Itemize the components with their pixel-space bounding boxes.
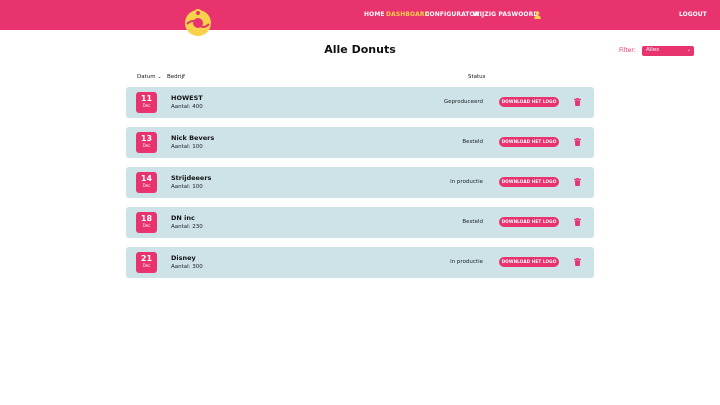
date-day: 11 [140, 94, 153, 103]
chevron-down-icon: ⌄ [157, 74, 162, 80]
date-badge: 18 Dec [136, 212, 157, 233]
sort-by-date[interactable]: Datum ⌄ [137, 74, 162, 80]
order-amount: Aantal: 400 [171, 104, 203, 110]
order-amount: Aantal: 100 [171, 184, 203, 190]
company-name: DN inc [171, 214, 195, 222]
date-day: 14 [140, 174, 153, 183]
date-day: 21 [140, 254, 153, 263]
trash-icon[interactable] [574, 98, 581, 106]
order-amount: Aantal: 230 [171, 224, 203, 230]
date-month: Dec [142, 223, 151, 228]
date-day: 18 [140, 214, 153, 223]
date-badge: 13 Dec [136, 132, 157, 153]
company-name: HOWEST [171, 94, 203, 102]
order-amount: Aantal: 300 [171, 264, 203, 270]
filter-select[interactable]: Alles ⌄ [642, 46, 694, 56]
nav-configurator[interactable]: CONFIGURATOR [425, 11, 479, 18]
order-status: in productie [450, 259, 483, 265]
nav-wijzig-paswoord[interactable]: WIJZIG PASWOORD [473, 11, 538, 18]
company-name: Disney [171, 254, 196, 262]
date-month: Dec [142, 143, 151, 148]
page-title: Alle Donuts [324, 43, 396, 56]
user-icon[interactable] [534, 11, 541, 19]
trash-icon[interactable] [574, 218, 581, 226]
column-status-label: Status [468, 74, 486, 80]
trash-icon[interactable] [574, 178, 581, 186]
table-row: 18 Dec DN inc Aantal: 230 Besteld DOWNLO… [126, 207, 594, 238]
company-name: Nick Bevers [171, 134, 215, 142]
date-month: Dec [142, 183, 151, 188]
order-status: Geproduceerd [443, 99, 483, 105]
date-month: Dec [142, 103, 151, 108]
date-badge: 11 Dec [136, 92, 157, 113]
table-row: 13 Dec Nick Bevers Aantal: 100 Besteld D… [126, 127, 594, 158]
table-row: 11 Dec HOWEST Aantal: 400 Geproduceerd D… [126, 87, 594, 118]
filter-label: Filter: [619, 47, 636, 54]
column-company-label: Bedrijf [167, 74, 185, 80]
top-navbar: HOME DASHBOARD CONFIGURATOR WIJZIG PASWO… [0, 0, 720, 36]
filter-selected-value: Alles [646, 47, 660, 53]
chevron-down-icon: ⌄ [686, 47, 691, 53]
nav-home[interactable]: HOME [364, 11, 385, 18]
download-logo-button[interactable]: DOWNLOAD HET LOGO [499, 97, 559, 107]
column-date-label: Datum [137, 74, 156, 80]
order-status: Besteld [462, 139, 483, 145]
download-logo-button[interactable]: DOWNLOAD HET LOGO [499, 217, 559, 227]
date-badge: 21 Dec [136, 252, 157, 273]
date-badge: 14 Dec [136, 172, 157, 193]
download-logo-button[interactable]: DOWNLOAD HET LOGO [499, 137, 559, 147]
table-row: 21 Dec Disney Aantal: 300 in productie D… [126, 247, 594, 278]
table-row: 14 Dec Strijdeeers Aantal: 100 in produc… [126, 167, 594, 198]
logout-link[interactable]: LOGOUT [679, 11, 707, 18]
nav-dashboard[interactable]: DASHBOARD [386, 11, 430, 18]
trash-icon[interactable] [574, 258, 581, 266]
order-amount: Aantal: 100 [171, 144, 203, 150]
order-status: Besteld [462, 219, 483, 225]
download-logo-button[interactable]: DOWNLOAD HET LOGO [499, 177, 559, 187]
company-name: Strijdeeers [171, 174, 212, 182]
order-status: in productie [450, 179, 483, 185]
trash-icon[interactable] [574, 138, 581, 146]
date-day: 13 [140, 134, 153, 143]
download-logo-button[interactable]: DOWNLOAD HET LOGO [499, 257, 559, 267]
donut-logo[interactable] [180, 6, 216, 36]
date-month: Dec [142, 263, 151, 268]
